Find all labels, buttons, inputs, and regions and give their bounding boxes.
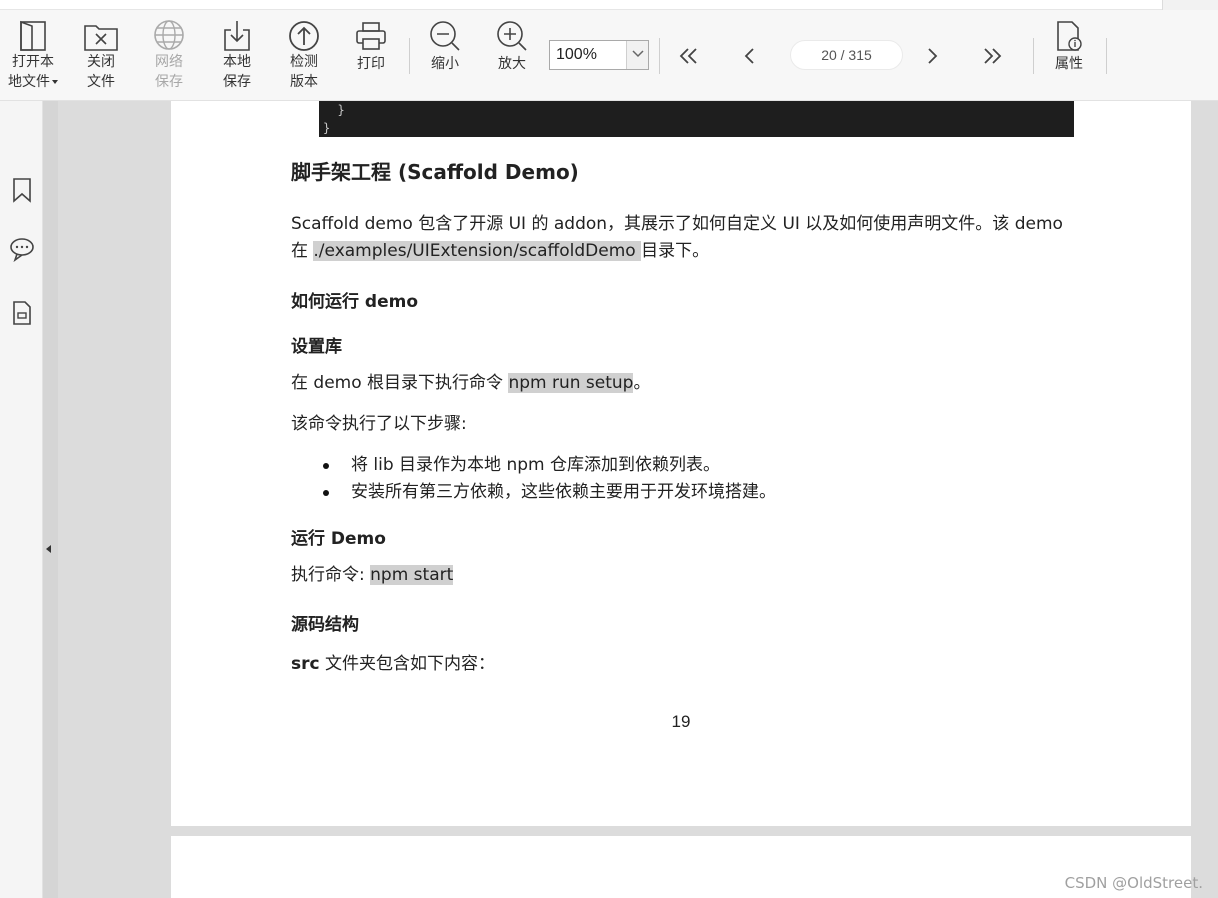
properties-button[interactable]: 属性: [1040, 10, 1098, 101]
next-page-button[interactable]: [918, 42, 946, 70]
printer-icon: [356, 22, 386, 50]
upload-circle-icon: [289, 21, 319, 51]
left-sidebar: [0, 101, 43, 898]
close-file-button[interactable]: 关闭 文件: [72, 10, 130, 101]
document-info-icon: [1057, 21, 1082, 51]
window-tab-edge: [1162, 0, 1218, 10]
code-line: }: [323, 121, 331, 135]
dropdown-caret-icon[interactable]: [52, 80, 58, 84]
intro-suffix: 目录下。: [641, 241, 710, 261]
run-command: npm start: [370, 565, 454, 585]
check-version-button[interactable]: 检测 版本: [275, 10, 333, 101]
code-line: }: [323, 103, 345, 117]
local-save-label-1: 本地: [223, 54, 251, 70]
close-label-2: 文件: [87, 74, 115, 90]
network-save-button[interactable]: 网络 保存: [140, 10, 198, 101]
check-version-label-1: 检测: [290, 54, 318, 70]
open-local-label-2-text: 地文件: [8, 74, 50, 90]
collapse-arrow-icon[interactable]: [46, 545, 51, 553]
chevron-right-icon: [928, 48, 938, 64]
setup-suffix: 。: [633, 373, 651, 393]
zoom-value: 100%: [556, 46, 597, 63]
how-to-run-heading: 如何运行 demo: [291, 292, 419, 312]
chevron-left-icon: [744, 48, 754, 64]
sidebar-collapse-strip: [43, 101, 58, 898]
run-prefix: 执行命令:: [291, 565, 371, 585]
print-button[interactable]: 打印: [342, 10, 400, 101]
zoom-in-icon: [497, 21, 527, 51]
thumbnail-icon[interactable]: [9, 300, 35, 326]
page-number: 19: [671, 712, 691, 731]
src-paragraph: src 文件夹包含如下内容：: [291, 651, 495, 678]
network-save-label-1: 网络: [155, 54, 183, 70]
watermark: CSDN @OldStreet.: [1064, 874, 1203, 892]
globe-icon: [154, 20, 184, 50]
bookmark-icon[interactable]: [9, 177, 35, 203]
previous-page-button[interactable]: [736, 42, 764, 70]
close-file-icon: [84, 25, 118, 51]
setup-paragraph: 在 demo 根目录下执行命令 npm run setup。: [291, 370, 650, 397]
local-save-label-2: 保存: [223, 74, 251, 90]
code-block: } }: [319, 101, 1074, 137]
toolbar-separator: [1106, 38, 1107, 74]
network-save-label-2: 保存: [155, 74, 183, 90]
open-file-icon: [20, 20, 46, 51]
section-heading: 脚手架工程 (Scaffold Demo): [291, 160, 579, 184]
chevron-down-icon: [632, 50, 644, 58]
page-number-input[interactable]: 20 / 315: [790, 40, 903, 70]
zoom-select[interactable]: 100%: [549, 40, 649, 70]
pdf-page: } } 脚手架工程 (Scaffold Demo) Scaffold demo …: [171, 101, 1191, 826]
comments-icon[interactable]: [9, 236, 35, 263]
src-rest: 文件夹包含如下内容：: [319, 654, 495, 674]
first-page-button[interactable]: [675, 42, 703, 70]
properties-label: 属性: [1055, 56, 1083, 72]
run-demo-heading: 运行 Demo: [291, 529, 386, 549]
intro-prefix: 在: [291, 241, 314, 261]
check-version-label-2: 版本: [290, 74, 318, 90]
open-local-label-1: 打开本: [12, 54, 54, 70]
zoom-out-label: 缩小: [431, 56, 459, 72]
intro-line-2: 在 ./examples/UIExtension/scaffoldDemo 目录…: [291, 238, 1063, 265]
run-paragraph: 执行命令: npm start: [291, 562, 454, 589]
local-save-button[interactable]: 本地 保存: [208, 10, 266, 101]
double-chevron-right-icon: [984, 48, 1002, 64]
list-item: 将 lib 目录作为本地 npm 仓库添加到依赖列表。: [321, 452, 776, 479]
window-top-strip: [0, 0, 1218, 10]
steps-list: 将 lib 目录作为本地 npm 仓库添加到依赖列表。 安装所有第三方依赖，这些…: [321, 452, 776, 506]
zoom-out-button[interactable]: 缩小: [416, 10, 474, 101]
intro-line-1: Scaffold demo 包含了开源 UI 的 addon，其展示了如何自定义…: [291, 214, 1063, 234]
src-bold: src: [291, 654, 320, 674]
next-pdf-page: [171, 836, 1191, 898]
source-structure-heading: 源码结构: [291, 615, 359, 635]
list-item: 安装所有第三方依赖，这些依赖主要用于开发环境搭建。: [321, 479, 776, 506]
close-label-1: 关闭: [87, 54, 115, 70]
toolbar-separator: [1033, 38, 1034, 74]
toolbar: 打开本 地文件 关闭 文件 网络 保存 本地 保存 检测 版本 打印 缩小 放大…: [0, 10, 1218, 101]
setup-lib-heading: 设置库: [291, 337, 342, 357]
double-chevron-left-icon: [679, 48, 697, 64]
zoom-in-label: 放大: [498, 56, 526, 72]
zoom-dropdown-button[interactable]: [626, 41, 648, 69]
open-local-file-button[interactable]: 打开本 地文件: [2, 10, 64, 101]
setup-prefix: 在 demo 根目录下执行命令: [291, 373, 509, 393]
open-local-label-2: 地文件: [2, 72, 64, 92]
last-page-button[interactable]: [978, 42, 1006, 70]
toolbar-separator: [409, 38, 410, 74]
zoom-out-icon: [430, 21, 460, 51]
print-label: 打印: [357, 56, 385, 72]
zoom-in-button[interactable]: 放大: [483, 10, 541, 101]
intro-path: ./examples/UIExtension/scaffoldDemo: [313, 241, 642, 261]
right-gutter: [1191, 101, 1218, 898]
intro-paragraph: Scaffold demo 包含了开源 UI 的 addon，其展示了如何自定义…: [291, 211, 1063, 265]
setup-command: npm run setup: [508, 373, 634, 393]
steps-intro: 该命令执行了以下步骤:: [291, 414, 467, 434]
download-icon: [224, 21, 250, 51]
toolbar-separator: [659, 38, 660, 74]
